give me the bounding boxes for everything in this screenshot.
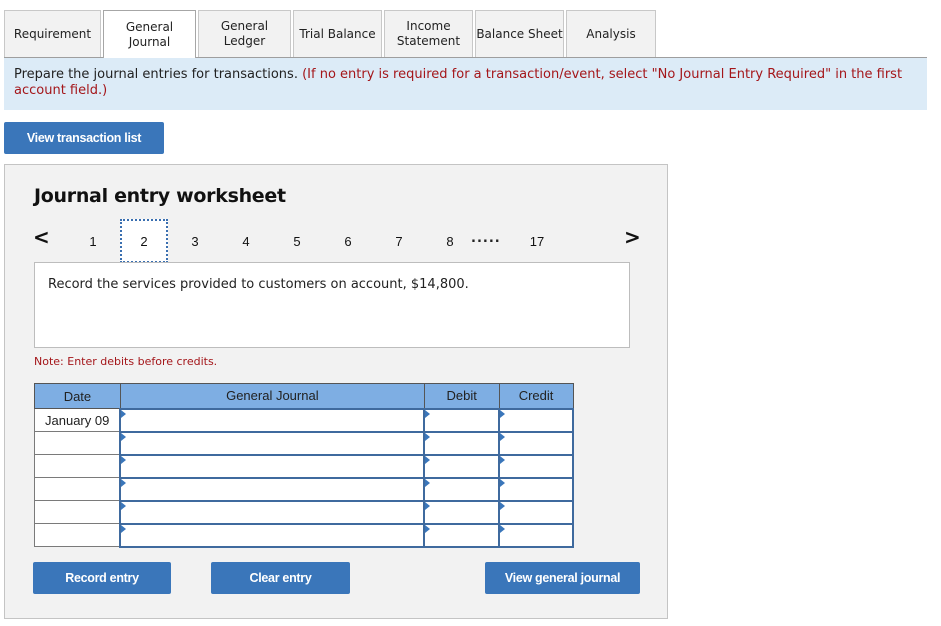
- tab-label-line2: Statement: [396, 34, 461, 48]
- credit-field[interactable]: [498, 453, 574, 479]
- table-header-row: Date General Journal Debit Credit: [34, 383, 574, 409]
- clear-entry-button[interactable]: Clear entry: [211, 562, 350, 594]
- view-transaction-list-button[interactable]: View transaction list: [4, 122, 164, 154]
- date-cell: [34, 523, 121, 547]
- tab-requirement[interactable]: Requirement: [4, 10, 101, 57]
- page-2-current[interactable]: 2: [120, 219, 168, 263]
- tab-analysis[interactable]: Analysis: [566, 10, 656, 57]
- tab-general-ledger[interactable]: General Ledger: [198, 10, 291, 57]
- debit-field[interactable]: [423, 476, 501, 502]
- tab-label: Analysis: [586, 26, 636, 41]
- debit-field[interactable]: [423, 453, 501, 479]
- record-entry-button[interactable]: Record entry: [33, 562, 171, 594]
- table-row: January 09: [34, 407, 574, 433]
- account-field[interactable]: [119, 430, 426, 456]
- debit-field[interactable]: [423, 522, 501, 548]
- tab-label-line2: Ledger: [223, 34, 266, 48]
- worksheet-title: Journal entry worksheet: [34, 185, 286, 207]
- tab-label: Requirement: [13, 26, 92, 41]
- header-general-journal: General Journal: [119, 383, 425, 409]
- date-cell: [34, 454, 121, 478]
- header-date: Date: [34, 383, 121, 409]
- account-field[interactable]: [119, 407, 426, 433]
- header-credit: Credit: [498, 383, 574, 409]
- page-5[interactable]: 5: [273, 219, 321, 263]
- debit-field[interactable]: [423, 499, 501, 525]
- tab-label-line1: General: [125, 19, 174, 34]
- tab-income-statement[interactable]: Income Statement: [384, 10, 473, 57]
- account-field[interactable]: [119, 522, 426, 548]
- page-8[interactable]: 8: [426, 219, 474, 263]
- tab-label-line2: Journal: [128, 34, 171, 49]
- tab-bar: Requirement General Journal General Ledg…: [4, 10, 927, 58]
- tab-label: Trial Balance: [299, 26, 376, 41]
- page-6[interactable]: 6: [324, 219, 372, 263]
- journal-entry-table: Date General Journal Debit Credit Januar…: [34, 383, 574, 548]
- debits-note: Note: Enter debits before credits.: [34, 355, 218, 368]
- view-general-journal-button[interactable]: View general journal: [485, 562, 640, 594]
- tab-balance-sheet[interactable]: Balance Sheet: [475, 10, 564, 57]
- account-field[interactable]: [119, 476, 426, 502]
- credit-field[interactable]: [498, 499, 574, 525]
- chevron-right-icon[interactable]: >: [624, 225, 641, 249]
- page-1[interactable]: 1: [69, 219, 117, 263]
- tab-general-journal[interactable]: General Journal: [103, 10, 196, 58]
- page-ellipsis: .....: [471, 231, 501, 246]
- account-field[interactable]: [119, 499, 426, 525]
- transaction-description: Record the services provided to customer…: [34, 262, 630, 348]
- debit-field[interactable]: [423, 430, 501, 456]
- transaction-description-text: Record the services provided to customer…: [48, 277, 469, 292]
- account-field[interactable]: [119, 453, 426, 479]
- date-cell: [34, 431, 121, 455]
- instruction-banner: Prepare the journal entries for transact…: [4, 58, 927, 110]
- page-7[interactable]: 7: [375, 219, 423, 263]
- tab-trial-balance[interactable]: Trial Balance: [293, 10, 382, 57]
- tab-label-line1: General: [220, 19, 269, 33]
- page-3[interactable]: 3: [171, 219, 219, 263]
- table-row: [34, 430, 574, 456]
- table-row: [34, 453, 574, 479]
- table-row: [34, 499, 574, 525]
- page-4[interactable]: 4: [222, 219, 270, 263]
- date-cell: January 09: [34, 408, 121, 432]
- page-17[interactable]: 17: [513, 219, 561, 263]
- chevron-left-icon[interactable]: <: [33, 225, 50, 249]
- instruction-text: Prepare the journal entries for transact…: [14, 67, 303, 82]
- transaction-pager: < 1 2 3 4 5 6 7 8 ..... 17 >: [5, 219, 669, 263]
- tab-label-line1: Income: [406, 19, 451, 33]
- table-row: [34, 522, 574, 548]
- credit-field[interactable]: [498, 407, 574, 433]
- credit-field[interactable]: [498, 430, 574, 456]
- header-debit: Debit: [423, 383, 500, 409]
- table-row: [34, 476, 574, 502]
- date-cell: [34, 477, 121, 501]
- journal-entry-worksheet: Journal entry worksheet < 1 2 3 4 5 6 7 …: [4, 164, 668, 619]
- tab-label: Balance Sheet: [476, 26, 563, 41]
- debit-field[interactable]: [423, 407, 501, 433]
- date-cell: [34, 500, 121, 524]
- credit-field[interactable]: [498, 476, 574, 502]
- credit-field[interactable]: [498, 522, 574, 548]
